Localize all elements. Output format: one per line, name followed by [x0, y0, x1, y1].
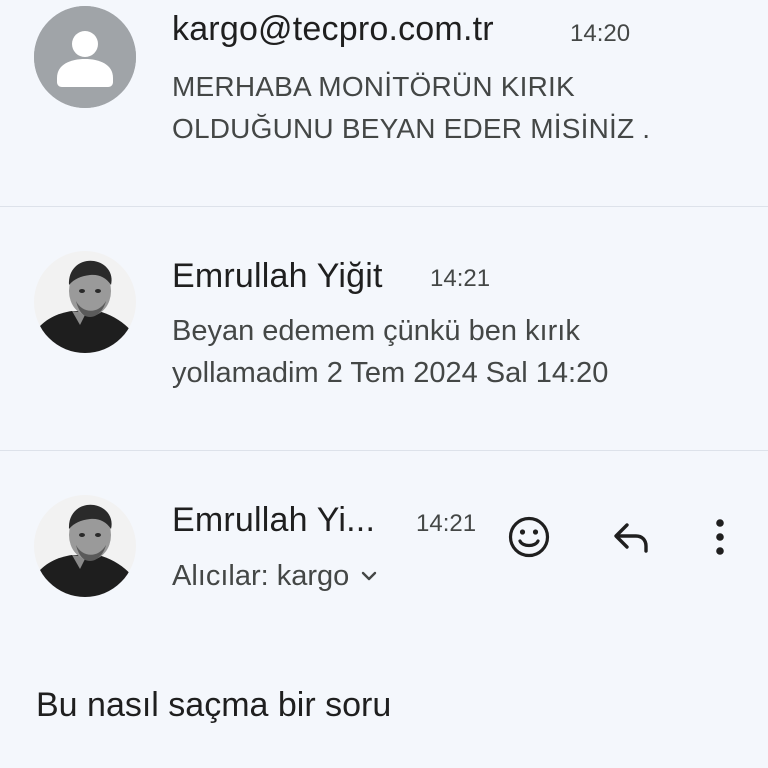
emoji-reaction-icon: [508, 516, 550, 558]
message-snippet: MERHABA MONİTÖRÜN KIRIK OLDUĞUNU BEYAN E…: [172, 66, 732, 150]
thread-message-1[interactable]: kargo@tecpro.com.tr 14:20 MERHABA MONİTÖ…: [0, 0, 768, 206]
snippet-line: OLDUĞUNU BEYAN EDER MİSİNİZ .: [172, 113, 651, 144]
snippet-line: yollamadim 2 Tem 2024 Sal 14:20: [172, 357, 609, 389]
thread-message-2[interactable]: Emrullah Yiğit 14:21 Beyan edemem çünkü …: [0, 207, 768, 450]
message-time: 14:21: [430, 265, 491, 292]
reply-icon: [614, 523, 648, 553]
reply-button[interactable]: [605, 511, 657, 563]
sender-name: Emrullah Yiğit: [172, 257, 383, 295]
profile-photo: [34, 251, 136, 353]
add-reaction-button[interactable]: [503, 511, 555, 563]
sender-avatar[interactable]: [34, 251, 136, 353]
message-body: Bu nasıl saçma bir soru: [36, 686, 392, 724]
sender-avatar[interactable]: [34, 6, 136, 108]
email-thread-view: kargo@tecpro.com.tr 14:20 MERHABA MONİTÖ…: [0, 0, 768, 768]
sender-avatar[interactable]: [34, 495, 136, 597]
profile-photo: [34, 495, 136, 597]
more-options-button[interactable]: [694, 511, 746, 563]
snippet-line: MERHABA MONİTÖRÜN KIRIK: [172, 71, 575, 102]
default-person-icon: [34, 6, 136, 108]
open-message-time: 14:21: [416, 510, 477, 537]
message-snippet: Beyan edemem çünkü ben kırık yollamadim …: [172, 310, 732, 394]
sender-name: kargo@tecpro.com.tr: [172, 10, 494, 48]
more-vert-icon: [716, 519, 724, 555]
chevron-down-icon: [362, 571, 377, 580]
snippet-line: Beyan edemem çünkü ben kırık: [172, 315, 580, 347]
open-message-sender: Emrullah Yi...: [172, 501, 376, 539]
recipients-toggle[interactable]: Alıcılar: kargo: [172, 560, 379, 593]
recipients-label: Alıcılar: kargo: [172, 560, 350, 592]
message-time: 14:20: [570, 20, 631, 47]
